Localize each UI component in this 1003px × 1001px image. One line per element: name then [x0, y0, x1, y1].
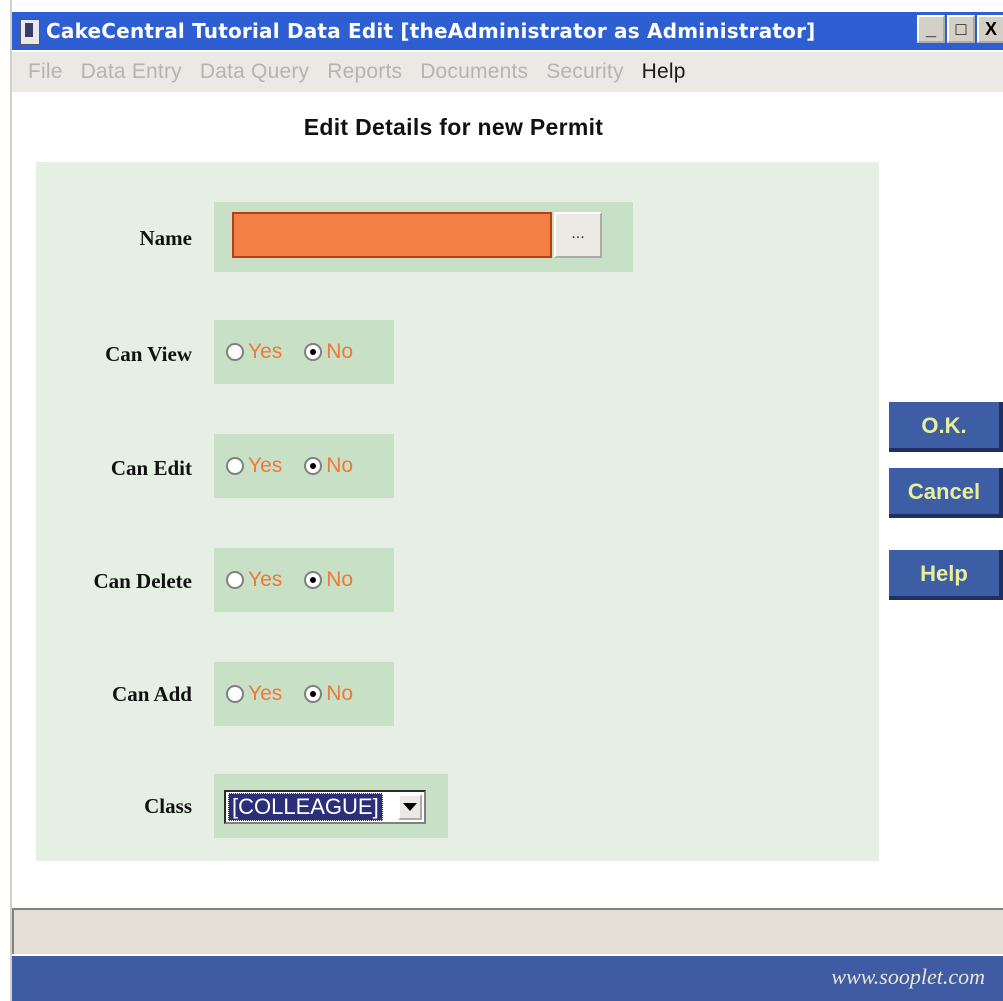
menu-data-query[interactable]: Data Query	[200, 60, 309, 84]
can-delete-radio-group: Yes No	[226, 548, 375, 612]
app-window: CakeCentral Tutorial Data Edit [theAdmin…	[10, 0, 1003, 1001]
can-edit-yes-label[interactable]: Yes	[248, 454, 282, 478]
dropdown-arrow-icon[interactable]	[398, 794, 422, 820]
minimize-button[interactable]: _	[917, 15, 945, 43]
can-edit-no-radio[interactable]	[304, 457, 323, 475]
footer-bar: www.sooplet.com	[12, 956, 1003, 1001]
menu-help[interactable]: Help	[642, 60, 686, 84]
menu-file[interactable]: File	[28, 60, 63, 84]
can-edit-box: Yes No	[214, 434, 394, 498]
can-delete-label: Can Delete	[93, 569, 192, 593]
can-edit-yes-radio[interactable]	[226, 457, 244, 475]
can-add-no-radio[interactable]	[304, 685, 323, 703]
can-edit-radio-group: Yes No	[226, 434, 375, 498]
name-browse-button[interactable]: ...	[554, 212, 602, 258]
class-label: Class	[144, 794, 192, 818]
can-delete-box: Yes No	[214, 548, 394, 612]
window-title: CakeCentral Tutorial Data Edit [theAdmin…	[46, 19, 816, 43]
menu-reports[interactable]: Reports	[327, 60, 402, 84]
can-view-box: Yes No	[214, 320, 394, 384]
title-bar[interactable]: CakeCentral Tutorial Data Edit [theAdmin…	[12, 12, 1003, 50]
can-delete-yes-radio[interactable]	[226, 571, 244, 589]
menu-documents[interactable]: Documents	[420, 60, 528, 84]
can-delete-no-label[interactable]: No	[326, 568, 353, 592]
form-title: Edit Details for new Permit	[303, 114, 604, 140]
can-add-yes-radio[interactable]	[226, 685, 244, 703]
can-add-box: Yes No	[214, 662, 394, 726]
can-delete-no-radio[interactable]	[304, 571, 323, 589]
can-add-radio-group: Yes No	[226, 662, 375, 726]
status-bar	[12, 908, 1003, 954]
can-view-radio-group: Yes No	[226, 320, 375, 384]
can-delete-yes-label[interactable]: Yes	[248, 568, 282, 592]
cancel-button[interactable]: Cancel	[889, 468, 1003, 518]
help-button[interactable]: Help	[889, 550, 1003, 600]
app-icon[interactable]	[18, 17, 40, 45]
close-button[interactable]: X	[977, 15, 1003, 43]
can-edit-no-label[interactable]: No	[326, 454, 353, 478]
name-label: Name	[139, 226, 192, 250]
can-add-yes-label[interactable]: Yes	[248, 682, 282, 706]
form-panel: Name ... Can View Yes No Can Edit Yes No	[36, 162, 879, 861]
can-view-no-label[interactable]: No	[326, 340, 353, 364]
name-field-box: ...	[214, 202, 633, 272]
ok-button[interactable]: O.K.	[889, 402, 1003, 452]
can-edit-label: Can Edit	[110, 456, 192, 480]
can-view-label: Can View	[105, 342, 192, 366]
maximize-button[interactable]: □	[947, 15, 975, 43]
form-title-row: Edit Details for new Permit	[12, 114, 1003, 141]
can-add-label: Can Add	[112, 682, 192, 706]
can-add-no-label[interactable]: No	[326, 682, 353, 706]
can-view-yes-radio[interactable]	[226, 343, 244, 361]
menu-security[interactable]: Security	[546, 60, 623, 84]
name-input[interactable]	[232, 212, 552, 258]
can-view-no-radio[interactable]	[304, 343, 323, 361]
class-select-value: [COLLEAGUE]	[228, 793, 383, 821]
class-box: [COLLEAGUE]	[214, 774, 448, 838]
footer-url: www.sooplet.com	[831, 964, 985, 989]
class-select[interactable]: [COLLEAGUE]	[224, 790, 426, 824]
menu-data-entry[interactable]: Data Entry	[81, 60, 182, 84]
menu-bar: File Data Entry Data Query Reports Docum…	[12, 52, 1003, 92]
can-view-yes-label[interactable]: Yes	[248, 340, 282, 364]
